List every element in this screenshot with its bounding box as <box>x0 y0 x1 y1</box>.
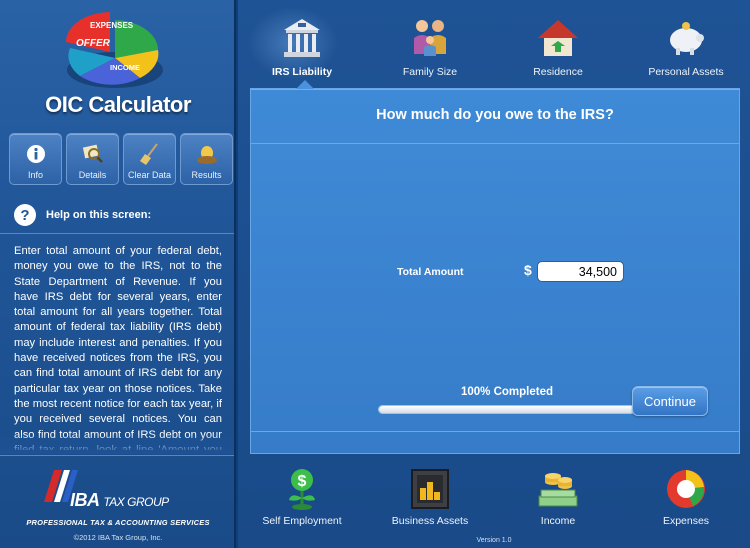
family-icon <box>414 20 446 56</box>
tab-business-assets[interactable]: Business Assets <box>366 462 494 532</box>
brand-name-suffix: TAX GROUP <box>103 495 169 509</box>
tab-label: IRS Liability <box>271 66 333 78</box>
pie-logo-text: INCOME <box>110 63 140 72</box>
top-tab-bar: IRS Liability Family Size Residence Pers… <box>238 0 750 86</box>
tab-residence[interactable]: Residence <box>494 0 622 86</box>
tab-income[interactable]: Income <box>494 462 622 532</box>
continue-button[interactable]: Continue <box>632 386 708 416</box>
tab-label: Family Size <box>402 66 458 78</box>
brand-tagline: PROFESSIONAL TAX & ACCOUNTING SERVICES <box>26 518 210 527</box>
pie-logo-text: EXPENSES <box>90 21 134 30</box>
piggy-bank-icon <box>670 22 704 55</box>
info-button[interactable]: Info <box>9 133 62 185</box>
bottom-tab-bar: $ Self Employment Business Assets Income… <box>238 462 750 532</box>
question-title: How much do you owe to the IRS? <box>376 107 614 123</box>
question-mark-icon: ? <box>14 204 36 226</box>
cash-stack-icon <box>538 473 578 507</box>
tab-label: Income <box>540 515 576 527</box>
pie-logo-text: OFFER <box>76 38 111 49</box>
nest-egg-icon <box>195 142 219 166</box>
question-panel: How much do you owe to the IRS? Total Am… <box>250 80 740 454</box>
total-amount-label: Total Amount <box>397 266 464 278</box>
tab-expenses[interactable]: Expenses <box>622 462 750 532</box>
pie-chart-icon <box>667 470 705 508</box>
divider <box>251 431 739 432</box>
money-plant-icon: $ <box>289 469 315 510</box>
total-amount-input[interactable] <box>537 261 624 282</box>
progress-fill <box>379 406 635 413</box>
house-icon <box>538 20 578 56</box>
clear-data-label: Clear Data <box>127 170 172 180</box>
magnifier-icon <box>81 142 105 166</box>
bank-building-icon <box>284 19 320 57</box>
details-button[interactable]: Details <box>66 133 119 185</box>
tab-label: Expenses <box>662 515 710 527</box>
results-label: Results <box>191 170 222 180</box>
progress-label: 100% Completed <box>460 386 554 398</box>
svg-text:$: $ <box>298 473 307 490</box>
tab-personal-assets[interactable]: Personal Assets <box>622 0 750 86</box>
app-title: OIC Calculator <box>45 92 191 117</box>
results-button[interactable]: Results <box>180 133 233 185</box>
brand-name-main: IBA <box>70 490 99 510</box>
copyright: ©2012 IBA Tax Group, Inc. <box>73 533 163 542</box>
main-area: IRS Liability Family Size Residence Pers… <box>238 0 750 548</box>
tab-self-employment[interactable]: $ Self Employment <box>238 462 366 532</box>
panel-pointer <box>296 80 314 89</box>
broom-icon <box>138 142 162 166</box>
help-text[interactable]: Enter total amount of your federal debt,… <box>14 244 222 450</box>
divider <box>0 455 234 456</box>
details-label: Details <box>78 170 107 180</box>
safe-icon <box>411 469 449 509</box>
currency-symbol: $ <box>524 262 532 278</box>
version-label: Version 1.0 <box>476 537 512 544</box>
tab-label: Business Assets <box>391 515 469 527</box>
tab-label: Personal Assets <box>648 66 724 78</box>
info-label: Info <box>27 170 43 180</box>
tool-row: Info Details Clear Data Results <box>9 133 233 185</box>
info-icon <box>24 142 48 166</box>
tab-irs-liability[interactable]: IRS Liability <box>238 0 366 86</box>
help-title: Help on this screen: <box>46 209 152 221</box>
divider <box>251 143 739 144</box>
progress-bar <box>378 405 636 414</box>
tab-label: Self Employment <box>262 515 342 527</box>
pie-logo-icon: EXPENSES OFFER INCOME <box>66 12 163 88</box>
help-fade <box>0 434 234 454</box>
sidebar: EXPENSES OFFER INCOME OIC Calculator Inf… <box>0 0 236 548</box>
clear-data-button[interactable]: Clear Data <box>123 133 176 185</box>
brand-name: IBA TAX GROUP <box>70 490 169 511</box>
help-header: ? Help on this screen: <box>14 204 151 226</box>
divider <box>0 233 234 234</box>
tab-label: Residence <box>533 66 583 78</box>
tab-family-size[interactable]: Family Size <box>366 0 494 86</box>
